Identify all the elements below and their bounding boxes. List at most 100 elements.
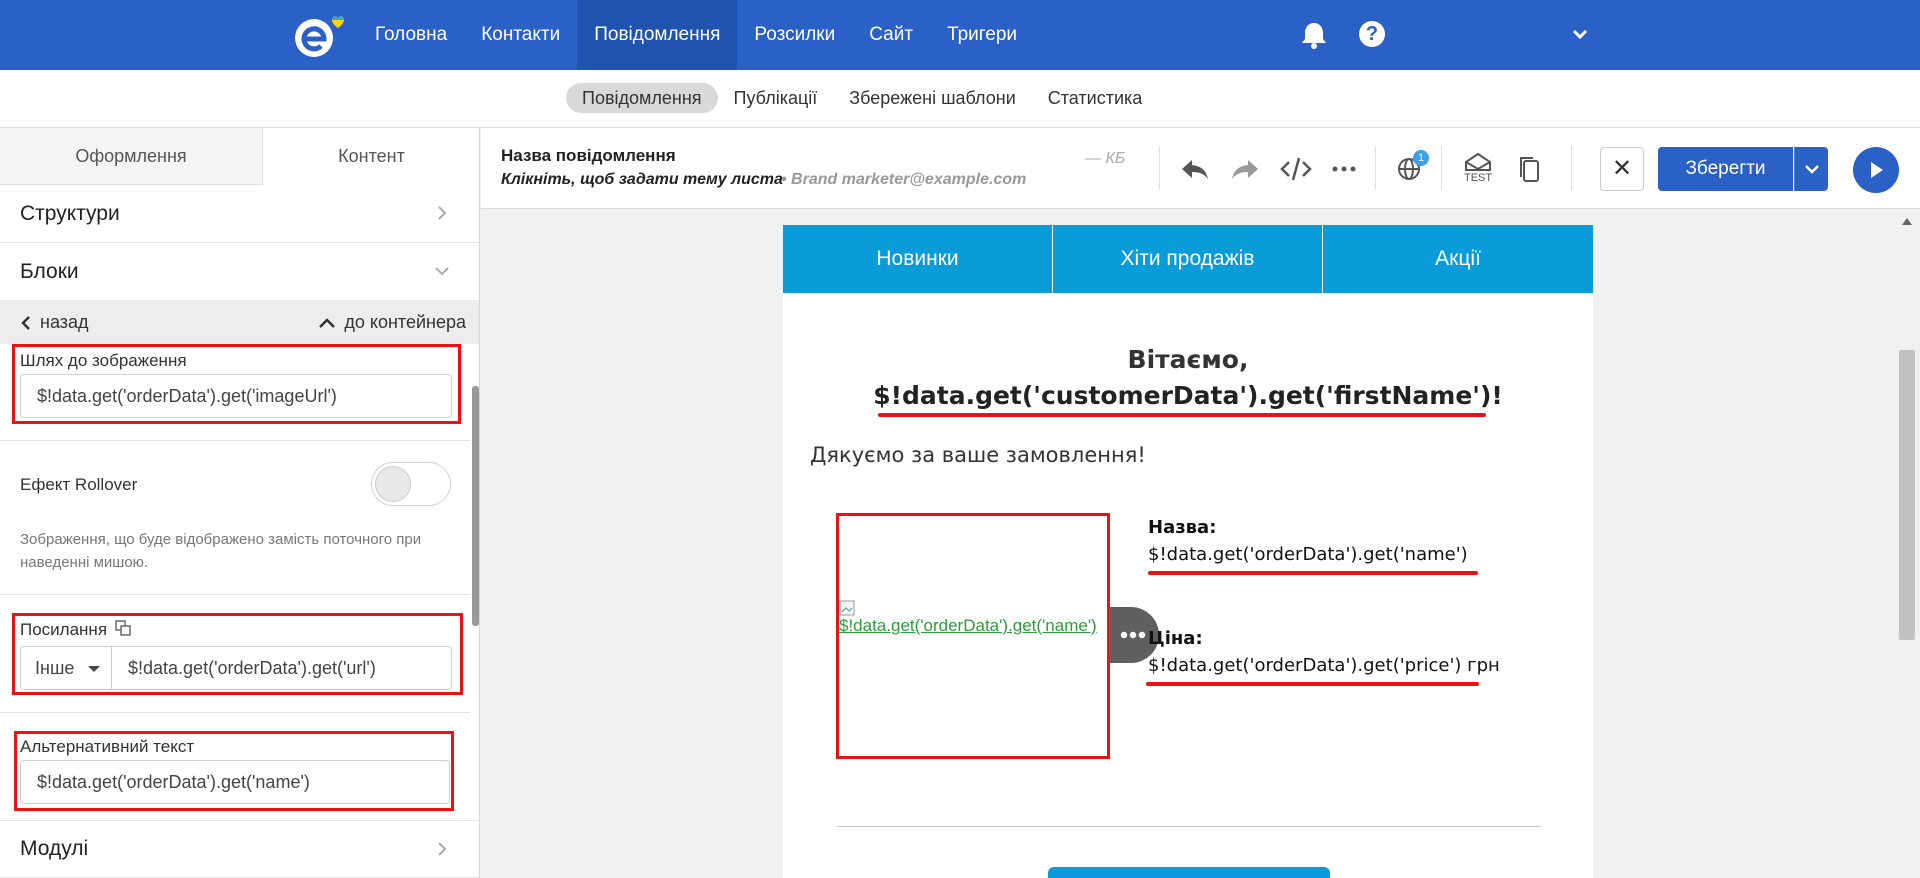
play-icon bbox=[1871, 162, 1883, 178]
email-canvas: Новинки Хіти продажів Акції Вітаємо, $!d… bbox=[481, 210, 1920, 878]
chevron-down-icon bbox=[1805, 165, 1819, 174]
product-price-variable[interactable]: $!data.get('orderData').get('price') грн bbox=[1148, 655, 1500, 676]
product-name-variable[interactable]: $!data.get('orderData').get('name') bbox=[1148, 544, 1468, 565]
link-type-select[interactable]: Інше bbox=[20, 646, 112, 690]
undo-icon[interactable] bbox=[1178, 152, 1212, 186]
rollover-toggle[interactable] bbox=[371, 462, 451, 506]
sub-navigation: Повідомлення Публікації Збережені шаблон… bbox=[0, 70, 1920, 128]
chevron-right-icon bbox=[438, 842, 447, 856]
code-icon[interactable] bbox=[1279, 152, 1313, 186]
nav-item-home[interactable]: Головна bbox=[358, 0, 464, 70]
image-path-input[interactable]: $!data.get('orderData').get('imageUrl') bbox=[20, 374, 452, 418]
divider bbox=[0, 594, 470, 595]
divider bbox=[0, 440, 470, 441]
rollover-label: Ефект Rollover bbox=[20, 475, 138, 494]
bell-icon[interactable] bbox=[1300, 20, 1328, 50]
link-type-value: Інше bbox=[35, 658, 75, 678]
close-button[interactable]: ✕ bbox=[1600, 147, 1644, 191]
rollover-hint: Зображення, що буде відображено замість … bbox=[20, 531, 422, 571]
broken-image-icon bbox=[839, 600, 855, 616]
block-navigation-bar: назад до контейнера bbox=[0, 300, 479, 344]
highlight-underline bbox=[1146, 682, 1479, 686]
scrollbar-thumb[interactable] bbox=[1899, 350, 1915, 640]
help-icon[interactable]: ? bbox=[1359, 21, 1385, 47]
to-container-button[interactable]: до контейнера bbox=[318, 312, 466, 333]
highlight-underline bbox=[1148, 571, 1478, 575]
nav-item-triggers[interactable]: Тригери bbox=[930, 0, 1034, 70]
email-cta-button[interactable] bbox=[1048, 867, 1330, 878]
chevron-left-icon bbox=[21, 315, 30, 330]
divider bbox=[0, 712, 470, 713]
alt-text-input[interactable]: $!data.get('orderData').get('name') bbox=[20, 760, 450, 804]
section-blocks-label: Блоки bbox=[20, 259, 79, 283]
settings-panel: Оформлення Контент Структури Блоки назад… bbox=[0, 128, 480, 878]
redo-icon[interactable] bbox=[1228, 152, 1262, 186]
alt-text-label: Альтернативний текст bbox=[20, 737, 195, 756]
subnav-item-publications[interactable]: Публікації bbox=[718, 83, 834, 113]
section-modules-label: Модулі bbox=[20, 837, 89, 860]
tab-content[interactable]: Контент bbox=[262, 128, 479, 185]
back-button[interactable]: назад bbox=[20, 312, 89, 333]
subject-field[interactable]: Клікніть, щоб задати тему листа bbox=[501, 171, 783, 189]
chevron-down-icon[interactable] bbox=[1570, 24, 1590, 44]
product-price-label[interactable]: Ціна: bbox=[1148, 628, 1203, 649]
subnav-item-messages[interactable]: Повідомлення bbox=[566, 83, 718, 113]
subnav-item-statistics[interactable]: Статистика bbox=[1032, 83, 1159, 113]
tab-design[interactable]: Оформлення bbox=[0, 128, 262, 185]
toolbar-separator bbox=[1159, 146, 1160, 190]
subnav-item-saved-templates[interactable]: Збережені шаблони bbox=[833, 83, 1031, 113]
main-menu: Головна Контакти Повідомлення Розсилки С… bbox=[358, 0, 1034, 70]
chevron-right-icon bbox=[438, 206, 447, 220]
email-menu-item-sales[interactable]: Акції bbox=[1323, 225, 1593, 293]
thanks-text[interactable]: Дякуємо за ваше замовлення! bbox=[810, 443, 1146, 467]
toolbar-separator bbox=[1571, 146, 1572, 190]
section-modules[interactable]: Модулі bbox=[0, 820, 479, 878]
chevron-down-icon bbox=[435, 267, 449, 276]
send-button[interactable] bbox=[1853, 147, 1899, 193]
canvas-scrollbar[interactable] bbox=[1895, 210, 1920, 878]
email-menu-item-bestsellers[interactable]: Хіти продажів bbox=[1053, 225, 1323, 293]
email-menu-item-new[interactable]: Новинки bbox=[783, 225, 1053, 293]
top-navigation: Головна Контакти Повідомлення Розсилки С… bbox=[0, 0, 1920, 70]
to-container-label: до контейнера bbox=[344, 312, 466, 332]
greeting-name-variable[interactable]: $!data.get('customerData').get('firstNam… bbox=[783, 381, 1593, 410]
notification-badge: 1 bbox=[1413, 150, 1429, 166]
section-structures-label: Структури bbox=[20, 201, 120, 225]
test-label: TEST bbox=[1464, 172, 1493, 184]
product-name-label[interactable]: Назва: bbox=[1148, 517, 1216, 538]
link-label: Посилання bbox=[20, 620, 108, 639]
highlight-underline bbox=[878, 413, 1486, 417]
image-path-label: Шлях до зображення bbox=[20, 351, 187, 370]
toolbar-separator bbox=[1441, 146, 1442, 190]
product-image-block[interactable]: $!data.get('orderData').get('name') bbox=[836, 513, 1110, 759]
caret-down-icon bbox=[88, 666, 100, 672]
duplicate-icon[interactable] bbox=[1513, 152, 1547, 186]
toggle-knob bbox=[375, 466, 411, 502]
more-options-icon[interactable] bbox=[1327, 152, 1361, 186]
email-preview: Новинки Хіти продажів Акції Вітаємо, $!d… bbox=[783, 225, 1593, 878]
editor-toolbar: Назва повідомлення Клікніть, щоб задати … bbox=[481, 128, 1920, 209]
scroll-up-icon[interactable] bbox=[1902, 218, 1912, 225]
nav-item-messages[interactable]: Повідомлення bbox=[577, 0, 738, 70]
chevron-up-icon bbox=[319, 317, 336, 328]
image-alt-link[interactable]: $!data.get('orderData').get('name') bbox=[839, 616, 1097, 636]
divider-line bbox=[837, 826, 1541, 827]
message-size: — КБ bbox=[1085, 150, 1126, 167]
back-label: назад bbox=[40, 312, 89, 332]
link-url-input[interactable]: $!data.get('orderData').get('url') bbox=[111, 646, 452, 690]
section-blocks[interactable]: Блоки bbox=[0, 243, 479, 301]
message-name[interactable]: Назва повідомлення bbox=[501, 146, 676, 166]
greeting-text[interactable]: Вітаємо, bbox=[783, 345, 1593, 374]
email-menu: Новинки Хіти продажів Акції bbox=[783, 225, 1593, 293]
sender-address[interactable]: • Brand marketer@example.com bbox=[781, 171, 1026, 189]
toolbar-separator bbox=[1375, 146, 1376, 190]
nav-item-campaigns[interactable]: Розсилки bbox=[737, 0, 852, 70]
panel-scrollbar[interactable] bbox=[472, 386, 479, 626]
nav-item-site[interactable]: Сайт bbox=[852, 0, 930, 70]
nav-item-contacts[interactable]: Контакти bbox=[464, 0, 577, 70]
app-logo-icon[interactable] bbox=[290, 10, 356, 60]
save-options-dropdown[interactable] bbox=[1794, 147, 1828, 191]
section-structures[interactable]: Структури bbox=[0, 185, 479, 243]
copy-icon[interactable] bbox=[115, 620, 131, 636]
save-button[interactable]: Зберегти bbox=[1658, 147, 1793, 191]
